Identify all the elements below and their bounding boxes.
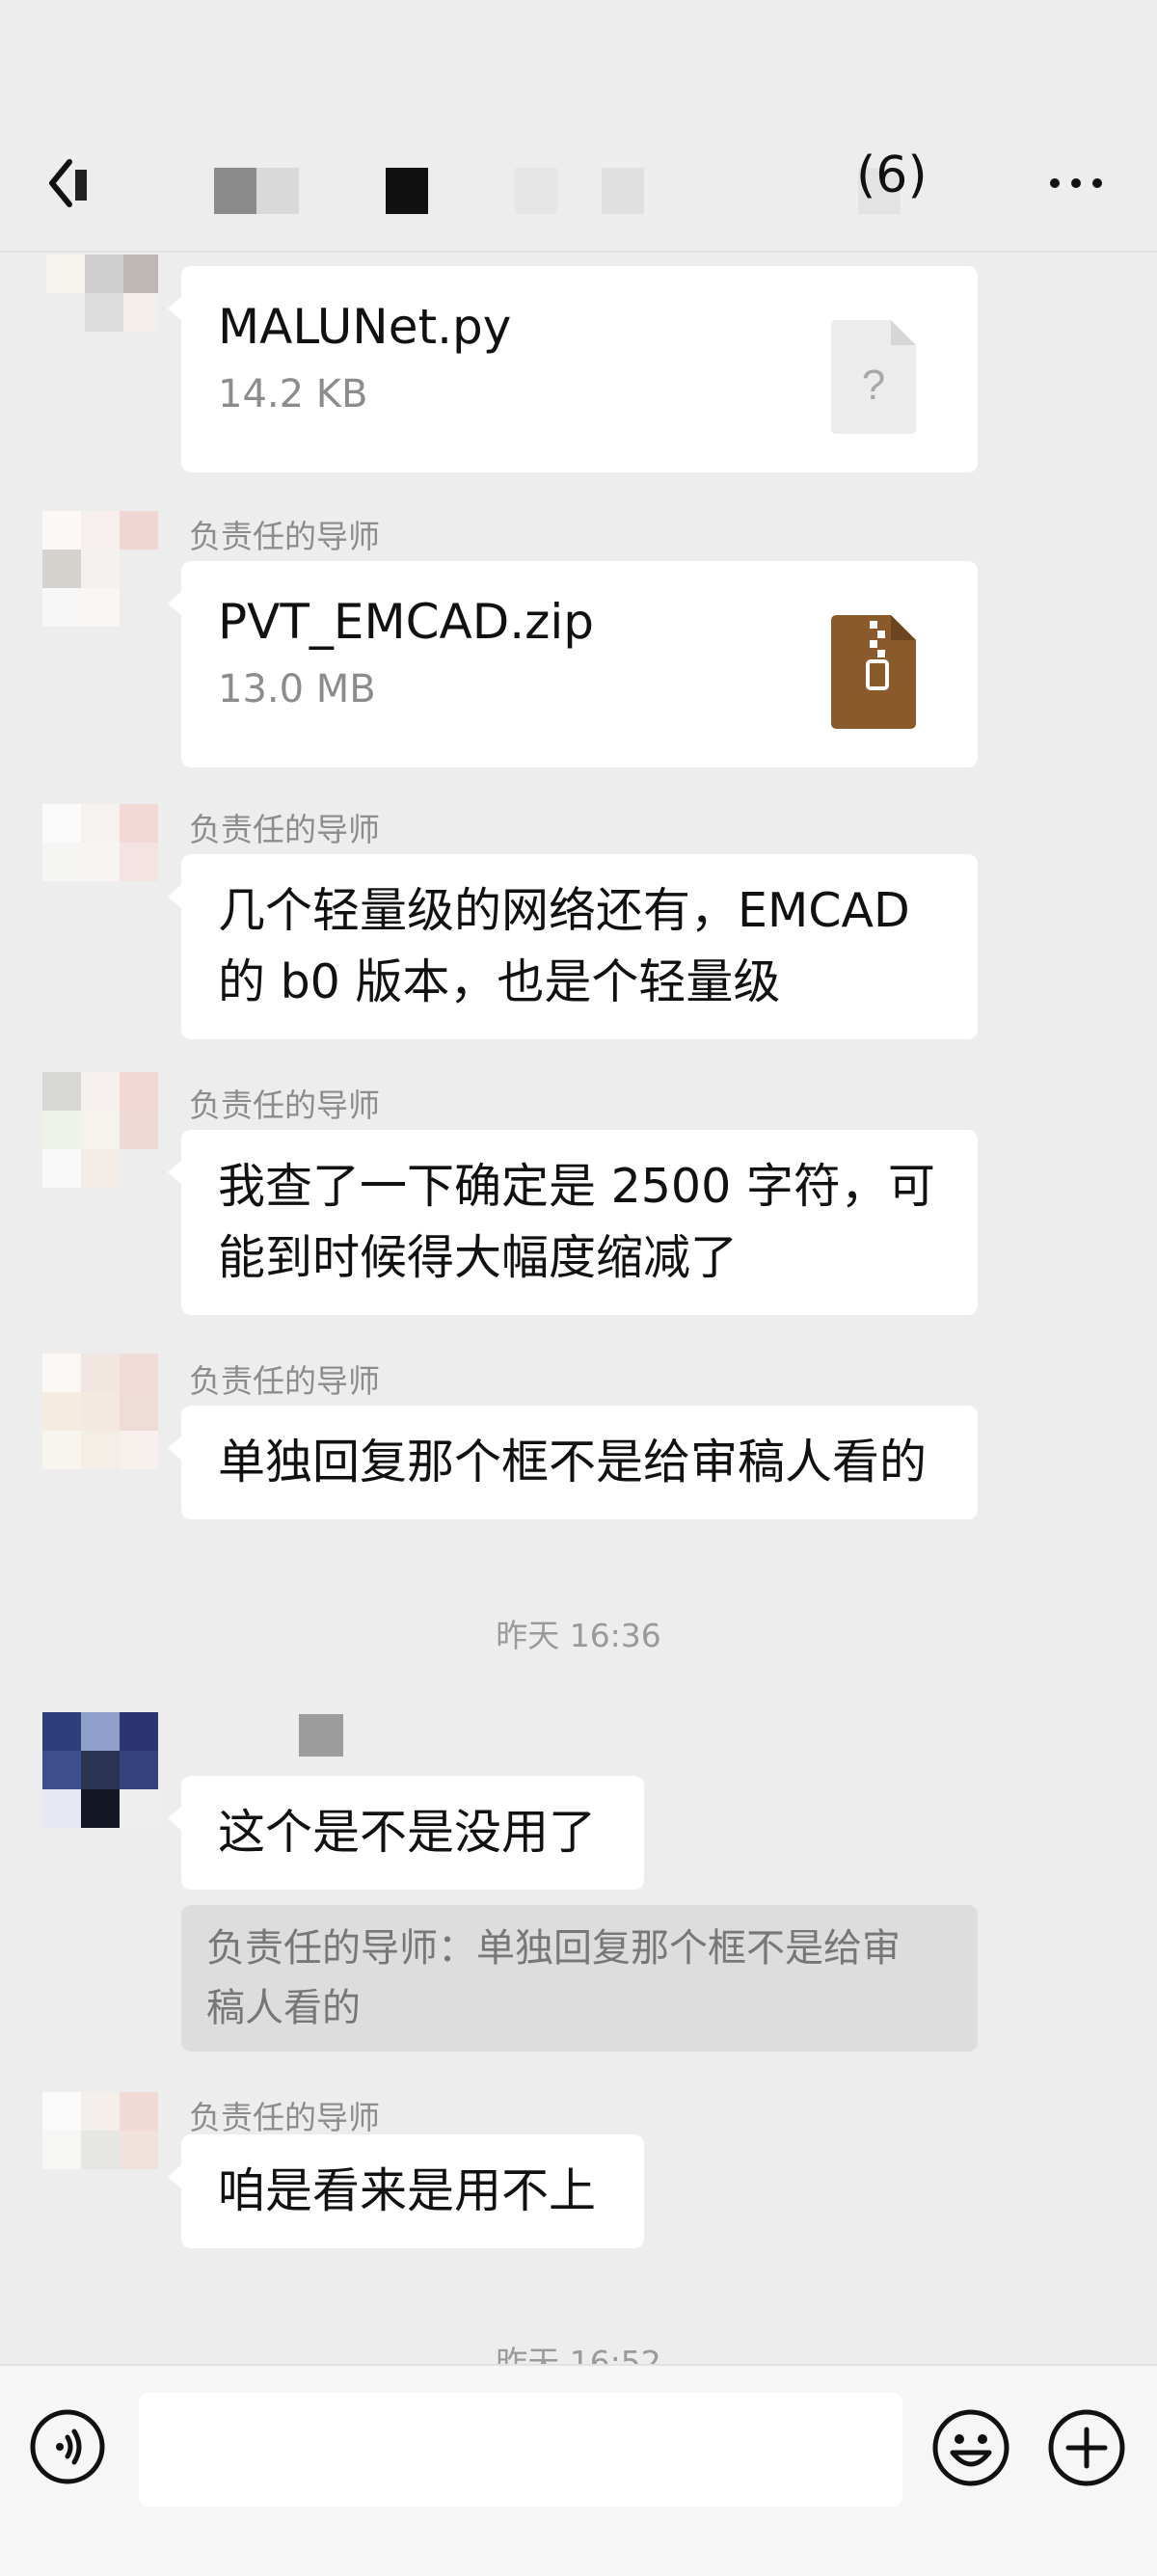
sender-name: 负责任的导师 (189, 518, 380, 555)
member-count: (6) (856, 147, 928, 204)
more-options-icon[interactable] (1047, 154, 1105, 212)
message-text-line: 我查了一下确定是 2500 字符，可 (218, 1159, 935, 1214)
text-message[interactable]: 几个轻量级的网络还有，EMCAD 的 b0 版本，也是个轻量级 (168, 854, 978, 1039)
text-message[interactable]: 我查了一下确定是 2500 字符，可 能到时候得大幅度缩减了 (168, 1130, 978, 1315)
text-message[interactable]: 这个是不是没用了 (168, 1776, 644, 1890)
quoted-reply[interactable]: 负责任的导师：单独回复那个框不是给审 稿人看的 (181, 1905, 978, 2052)
sender-name: 负责任的导师 (189, 2099, 380, 2136)
message-input[interactable] (139, 2393, 902, 2507)
text-message[interactable]: 单独回复那个框不是给审稿人看的 (168, 1406, 978, 1519)
file-size: 14.2 KB (218, 372, 368, 416)
emoji-icon[interactable] (931, 2408, 1010, 2487)
add-more-icon[interactable] (1047, 2408, 1126, 2487)
message-text-line: 几个轻量级的网络还有，EMCAD (218, 883, 910, 938)
avatar[interactable] (42, 1072, 158, 1188)
sender-name: 负责任的导师 (189, 1362, 380, 1400)
quote-text-line: 负责任的导师：单独回复那个框不是给审 (206, 1926, 901, 1971)
avatar[interactable] (42, 511, 158, 627)
message-text: 这个是不是没用了 (218, 1805, 597, 1860)
svg-text:?: ? (862, 362, 885, 409)
input-bar (0, 2364, 1157, 2576)
quote-text-line: 稿人看的 (206, 1986, 361, 2030)
voice-input-icon[interactable] (29, 2408, 106, 2485)
avatar[interactable] (42, 1712, 158, 1828)
chat-message-list[interactable]: MALUNet.py 14.2 KB ? 负责任的导师 PVT_EMCAD.zi… (0, 0, 1157, 2381)
zip-file-icon (831, 615, 916, 729)
text-message[interactable]: 咱是看来是用不上 (168, 2134, 644, 2248)
file-message[interactable]: MALUNet.py 14.2 KB ? (168, 266, 978, 472)
back-arrow-icon[interactable] (46, 154, 104, 212)
unknown-file-icon: ? (831, 320, 916, 434)
avatar[interactable] (42, 1354, 158, 1469)
file-name: PVT_EMCAD.zip (218, 594, 595, 650)
message-text-line: 能到时候得大幅度缩减了 (218, 1230, 739, 1285)
avatar[interactable] (42, 804, 158, 920)
chat-header: (6) (0, 0, 1157, 253)
timestamp: 昨天 16:36 (496, 1617, 661, 1654)
message-text: 单独回复那个框不是给审稿人看的 (218, 1435, 928, 1489)
sender-name: 负责任的导师 (189, 1087, 380, 1124)
file-name: MALUNet.py (218, 299, 512, 355)
avatar[interactable] (42, 2092, 158, 2208)
blurred-sender-name (299, 1714, 343, 1757)
sender-name: 负责任的导师 (189, 811, 380, 848)
message-text: 咱是看来是用不上 (218, 2163, 597, 2218)
message-text-line: 的 b0 版本，也是个轻量级 (218, 954, 781, 1009)
file-message[interactable]: PVT_EMCAD.zip 13.0 MB (168, 561, 978, 767)
file-size: 13.0 MB (218, 667, 376, 711)
